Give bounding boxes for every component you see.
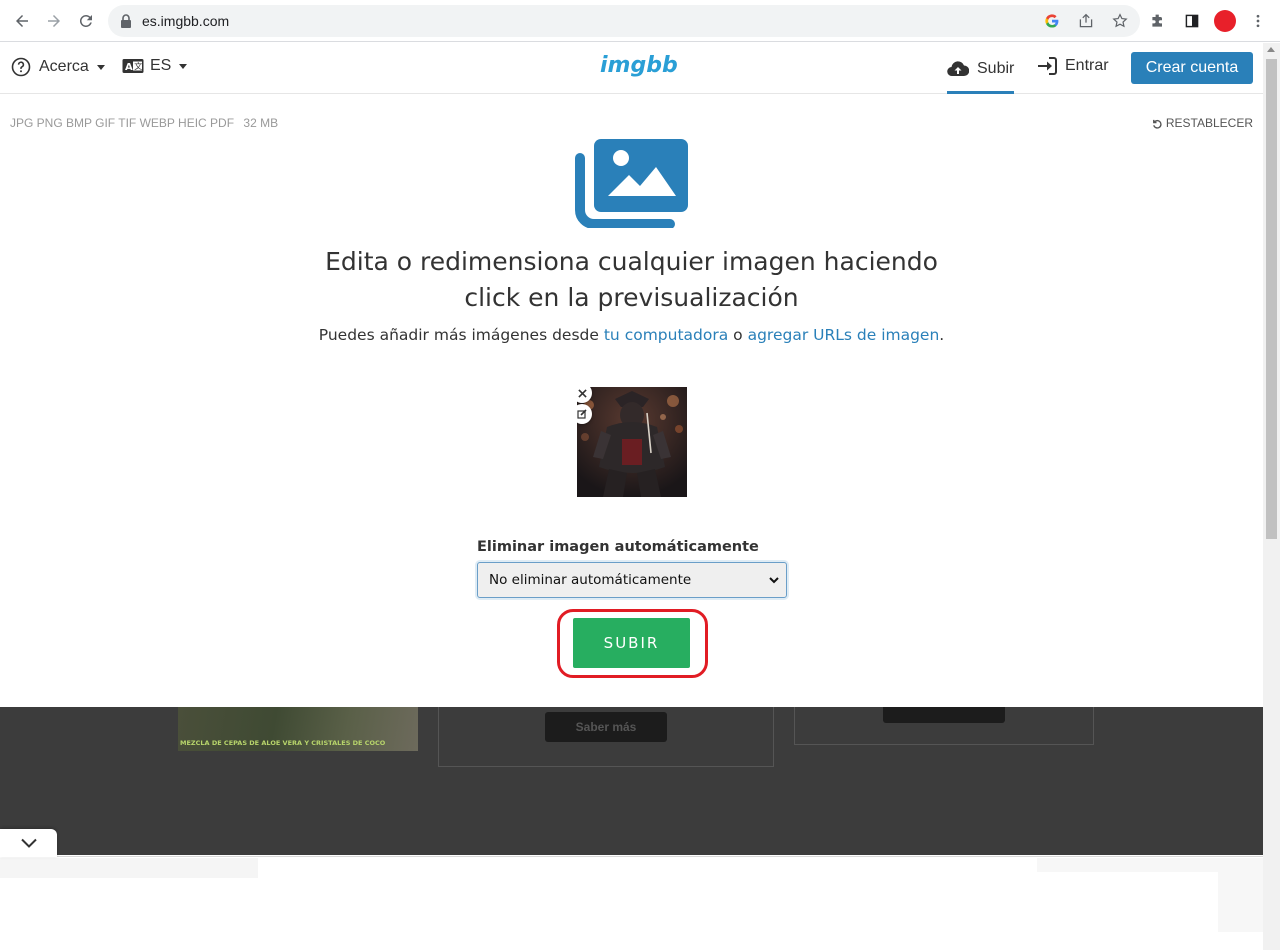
lock-icon	[121, 14, 131, 28]
ad-image: MEZCLA DE CEPAS DE ALOE VERA Y CRISTALES…	[178, 707, 418, 751]
url-text: es.imgbb.com	[142, 13, 230, 29]
allowed-formats: JPG PNG BMP GIF TIF WEBP HEIC PDF 32 MB	[10, 116, 278, 130]
placeholder-block	[0, 858, 258, 878]
formats-list: JPG PNG BMP GIF TIF WEBP HEIC PDF	[10, 116, 235, 130]
placeholder-block	[1037, 858, 1263, 872]
reset-button[interactable]: RESTABLECER	[1151, 116, 1253, 130]
instructions-prefix: Puedes añadir más imágenes desde	[318, 326, 599, 344]
tab-upload[interactable]: Subir	[947, 43, 1015, 94]
login-label: Entrar	[1065, 57, 1109, 74]
site-header: Acerca A文 ES imgbb Subir Entrar Crear cu…	[0, 43, 1263, 94]
upload-instructions: Puedes añadir más imágenes desde tu comp…	[200, 326, 1063, 344]
about-label: Acerca	[39, 58, 89, 75]
create-account-button[interactable]: Crear cuenta	[1131, 52, 1253, 84]
autodelete-selected-value: No eliminar automáticamente	[489, 572, 692, 588]
chevron-down-icon	[20, 838, 37, 848]
menu-kebab-icon[interactable]	[1246, 9, 1270, 33]
autodelete-label: Eliminar imagen automáticamente	[477, 539, 759, 555]
profile-avatar[interactable]	[1214, 10, 1236, 32]
share-icon[interactable]	[1076, 11, 1096, 31]
language-label: ES	[150, 57, 172, 74]
placeholder-block	[1218, 872, 1263, 932]
upload-tab-label: Subir	[977, 59, 1015, 77]
forward-icon[interactable]	[40, 7, 68, 35]
chevron-down-icon	[96, 64, 105, 70]
scroll-up-icon[interactable]	[1267, 47, 1275, 52]
ad-region: MEZCLA DE CEPAS DE ALOE VERA Y CRISTALES…	[0, 707, 1263, 855]
instructions-or: o	[733, 326, 743, 344]
sign-in-icon	[1038, 57, 1057, 75]
autodelete-select[interactable]: No eliminar automáticamente	[477, 562, 787, 598]
login-link[interactable]: Entrar	[1037, 57, 1109, 75]
address-bar[interactable]: es.imgbb.com	[108, 5, 1140, 37]
svg-text:A: A	[125, 62, 133, 73]
scrollbar-thumb[interactable]	[1266, 59, 1277, 539]
images-icon	[575, 139, 688, 228]
about-menu[interactable]: Acerca	[11, 57, 105, 77]
language-menu[interactable]: A文 ES	[122, 57, 188, 75]
back-icon[interactable]	[8, 7, 36, 35]
ad-caption: MEZCLA DE CEPAS DE ALOE VERA Y CRISTALES…	[180, 739, 386, 747]
reset-label: RESTABLECER	[1165, 116, 1253, 130]
svg-text:文: 文	[134, 61, 142, 71]
language-icon: A文	[122, 59, 144, 73]
from-computer-link[interactable]: tu computadora	[604, 326, 728, 344]
page-scrollbar[interactable]	[1263, 43, 1280, 950]
bookmark-star-icon[interactable]	[1110, 11, 1130, 31]
headline-line-2: click en la previsualización	[464, 283, 799, 312]
extensions-icon[interactable]	[1146, 9, 1170, 33]
divider	[0, 856, 1263, 857]
page-headline: Edita o redimensiona cualquier imagen ha…	[290, 244, 973, 316]
reload-icon[interactable]	[72, 7, 100, 35]
google-icon[interactable]	[1042, 11, 1062, 31]
chevron-down-icon	[769, 577, 779, 584]
imgbb-logo[interactable]: imgbb	[600, 53, 678, 78]
upload-submit-button[interactable]: SUBIR	[573, 618, 690, 668]
collapse-ad-button[interactable]	[0, 829, 57, 857]
chevron-down-icon	[179, 63, 188, 69]
side-panel-icon[interactable]	[1180, 9, 1204, 33]
edit-icon	[577, 409, 587, 419]
headline-line-1: Edita o redimensiona cualquier imagen ha…	[325, 247, 938, 276]
max-size: 32 MB	[243, 116, 279, 130]
add-urls-link[interactable]: agregar URLs de imagen	[748, 326, 940, 344]
cloud-upload-icon	[947, 60, 969, 76]
instructions-suffix: .	[939, 326, 945, 344]
close-icon	[577, 388, 587, 398]
undo-icon	[1152, 119, 1162, 129]
help-circle-icon	[11, 57, 31, 77]
image-preview-thumbnail[interactable]	[577, 387, 687, 497]
learn-more-button[interactable]: Saber más	[545, 712, 667, 742]
browser-toolbar: es.imgbb.com	[0, 0, 1280, 42]
learn-more-button[interactable]	[883, 707, 1005, 723]
